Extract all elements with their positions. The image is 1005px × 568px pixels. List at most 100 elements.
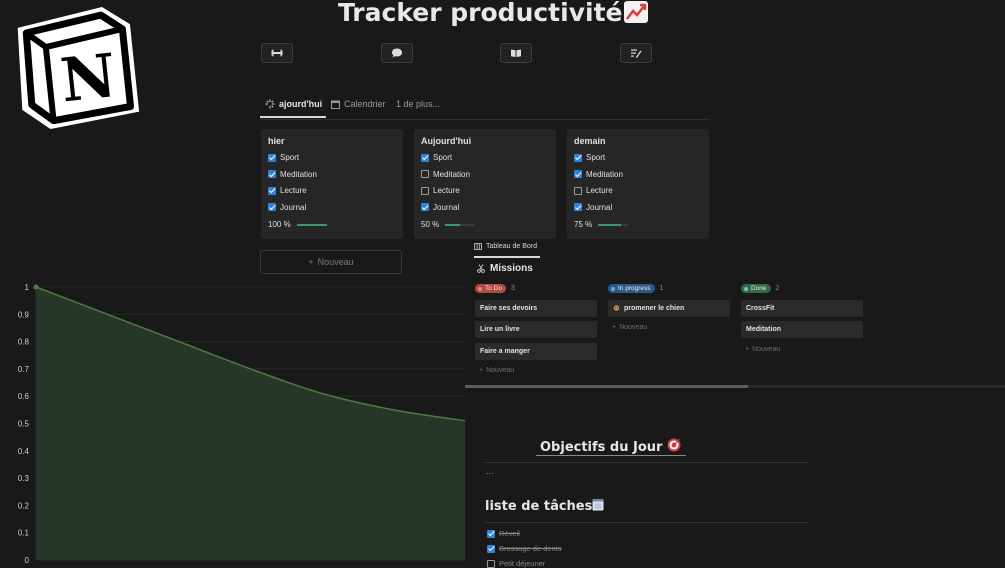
- habit-label: Meditation: [433, 169, 470, 179]
- y-tick-label: 0.8: [18, 338, 30, 347]
- habit-label: Lecture: [586, 186, 613, 195]
- divider: [485, 522, 808, 523]
- checkbox[interactable]: [574, 203, 582, 211]
- habit-item[interactable]: Meditation: [268, 170, 317, 179]
- kanban-view-tab[interactable]: Tableau de Bord: [474, 243, 537, 250]
- checkbox[interactable]: [574, 186, 582, 195]
- task-item[interactable]: Réveil: [487, 529, 520, 538]
- kanban-card[interactable]: CrossFit: [741, 300, 863, 317]
- tab-calendar[interactable]: Calendrier: [331, 99, 386, 109]
- task-item[interactable]: Petit déjeuner: [487, 559, 545, 568]
- kanban-tab-indicator: [474, 256, 540, 258]
- habit-item[interactable]: Meditation: [421, 170, 470, 179]
- tab-more-label: 1 de plus...: [396, 99, 441, 109]
- status-dot: [744, 286, 748, 291]
- book-button[interactable]: [500, 43, 532, 63]
- missions-title: Missions: [490, 263, 533, 274]
- plus-icon: +: [308, 257, 314, 267]
- checkbox[interactable]: [421, 170, 429, 178]
- checkbox[interactable]: [268, 153, 276, 162]
- task-label: Petit déjeuner: [499, 559, 546, 568]
- status-badge: To Do: [475, 284, 506, 293]
- status-badge: In progress: [608, 284, 655, 293]
- kanban-card-label: Faire a manger: [480, 347, 530, 355]
- comment-button[interactable]: [381, 43, 413, 63]
- habit-item[interactable]: Meditation: [574, 170, 623, 179]
- status-badge: Done: [741, 284, 771, 293]
- task-list-title: liste de tâches: [485, 499, 593, 514]
- habit-label: Sport: [586, 153, 606, 162]
- checkbox[interactable]: [487, 529, 495, 538]
- page-title-text: Tracker productivité: [338, 0, 623, 27]
- day-card[interactable]: hier Sport Meditation Lecture Journal 100 %: [261, 129, 403, 239]
- habit-item[interactable]: Sport: [574, 153, 605, 162]
- habit-item[interactable]: Lecture: [574, 186, 613, 195]
- dumbbell-button[interactable]: [261, 43, 293, 63]
- status-name: In progress: [618, 285, 651, 292]
- objectives-underline: [536, 455, 686, 456]
- checkbox[interactable]: [268, 186, 276, 195]
- checkbox[interactable]: [487, 559, 495, 568]
- notes-button[interactable]: [620, 43, 652, 63]
- progress-bar-fill: [296, 223, 327, 226]
- kanban-card[interactable]: Faire a manger: [475, 342, 597, 360]
- kanban-card-label: promener le chien: [624, 305, 685, 312]
- kanban-card[interactable]: Meditation: [741, 321, 863, 339]
- habit-item[interactable]: Sport: [268, 153, 299, 162]
- checkbox[interactable]: [268, 203, 276, 211]
- area-chart: 0 0.1 0.2 0.3 0.4 0.5 0.6 0.7 0.8 0.9 1: [18, 283, 465, 565]
- kanban-card[interactable]: Lire un livre: [475, 321, 597, 339]
- kanban-card-label: Faire ses devoirs: [480, 305, 538, 312]
- calendar-icon: [331, 100, 340, 109]
- checkbox[interactable]: [574, 153, 582, 162]
- tab-today[interactable]: ajourd'hui: [265, 99, 322, 109]
- y-tick-label: 0.7: [18, 365, 30, 374]
- habit-item[interactable]: Journal: [268, 203, 306, 212]
- habit-item[interactable]: Journal: [421, 203, 459, 212]
- checkbox[interactable]: [268, 170, 276, 178]
- habit-item[interactable]: Journal: [574, 203, 612, 212]
- task-list-heading: liste de tâches: [485, 498, 604, 514]
- objectives-title: Objectifs du Jour: [540, 440, 663, 455]
- progress: 75 %: [574, 220, 629, 229]
- sparkle-icon: [265, 99, 275, 109]
- scrollbar-thumb[interactable]: [465, 385, 748, 388]
- habit-item[interactable]: Sport: [421, 153, 452, 162]
- checkbox[interactable]: [421, 186, 429, 195]
- checkbox[interactable]: [421, 203, 429, 211]
- checkbox[interactable]: [421, 153, 429, 162]
- progress-label: 75 %: [574, 220, 593, 229]
- checkbox[interactable]: [574, 170, 582, 178]
- column-count: 3: [510, 285, 515, 292]
- kanban-card-label: Meditation: [746, 326, 781, 334]
- habit-label: Meditation: [280, 169, 317, 179]
- data-point: [33, 284, 39, 290]
- y-tick-label: 0.3: [18, 474, 30, 483]
- habit-label: Lecture: [280, 186, 307, 195]
- target-icon: [667, 438, 681, 452]
- tab-more[interactable]: 1 de plus...: [396, 99, 440, 109]
- add-card-button[interactable]: + Nouveau: [612, 324, 647, 331]
- board-icon: [474, 243, 482, 250]
- task-item[interactable]: Brossage de dents: [487, 544, 562, 553]
- kanban-card[interactable]: Faire ses devoirs: [475, 300, 597, 317]
- objectives-placeholder[interactable]: ...: [486, 466, 494, 476]
- page-title: Tracker productivité: [338, 0, 649, 27]
- y-tick-label: 1: [25, 283, 30, 292]
- day-card[interactable]: Aujourd'hui Sport Meditation Lecture Journal…: [414, 129, 556, 239]
- progress: 50 %: [421, 220, 476, 229]
- habit-label: Journal: [586, 202, 613, 212]
- habit-item[interactable]: Lecture: [421, 186, 460, 195]
- add-card-label: Nouveau: [752, 345, 781, 353]
- chart-increasing-icon: [624, 1, 649, 23]
- day-card-title: hier: [268, 136, 285, 146]
- kanban-card[interactable]: promener le chien: [608, 300, 730, 317]
- checkbox[interactable]: [487, 544, 495, 553]
- add-card-button[interactable]: + Nouveau: [745, 346, 780, 353]
- task-label: Réveil: [499, 529, 520, 538]
- status-name: Done: [751, 285, 767, 292]
- progress-bar: [445, 223, 476, 226]
- day-card[interactable]: demain Sport Meditation Lecture Journal 75 %: [567, 129, 709, 239]
- add-card-button[interactable]: + Nouveau: [479, 367, 514, 374]
- habit-item[interactable]: Lecture: [268, 186, 307, 195]
